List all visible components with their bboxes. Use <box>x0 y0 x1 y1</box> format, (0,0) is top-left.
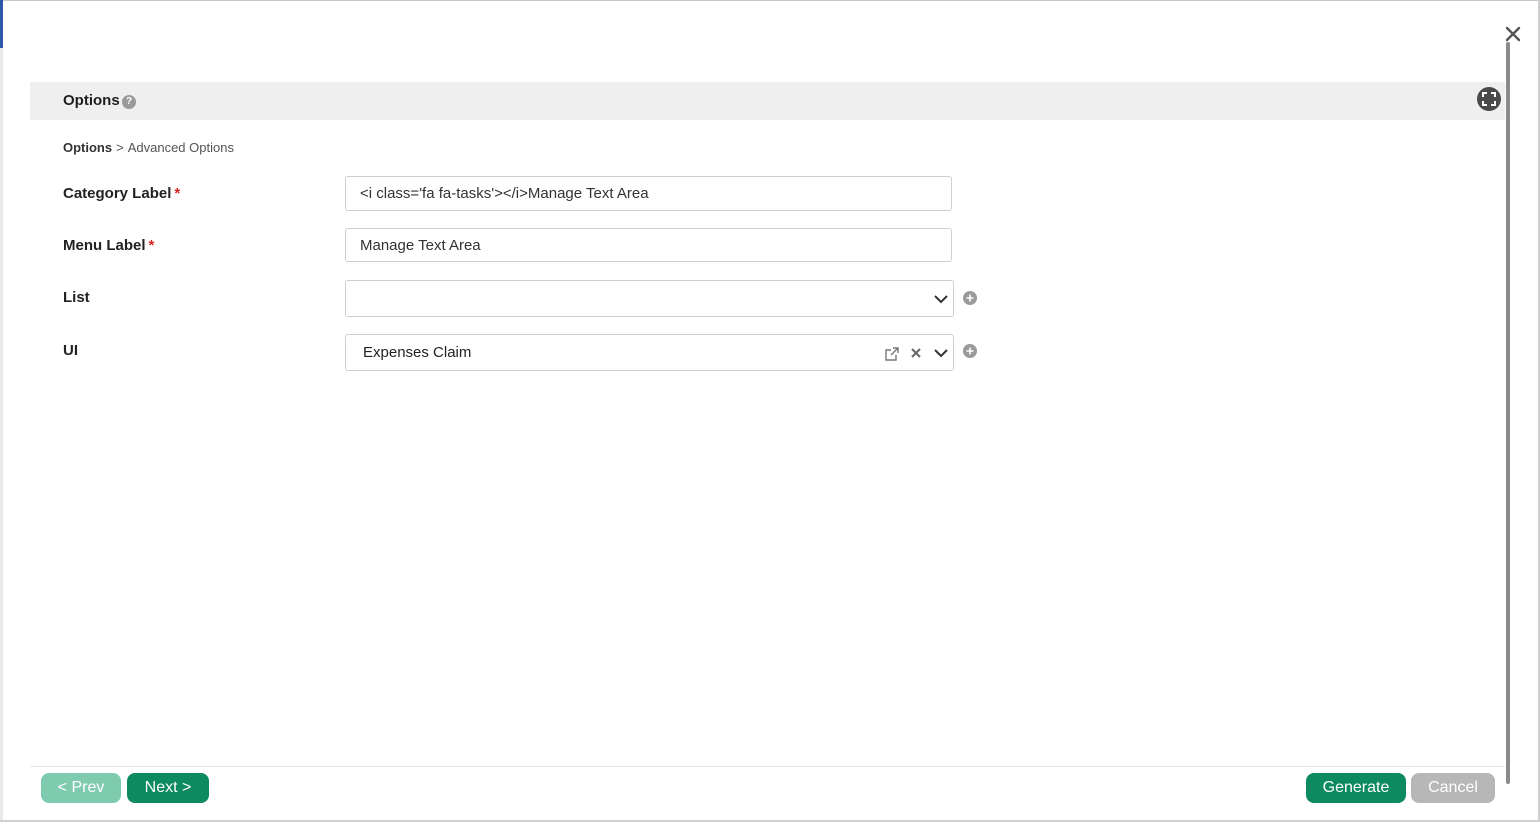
clear-icon[interactable] <box>909 346 923 360</box>
chevron-down-icon[interactable] <box>933 291 949 307</box>
window-top-edge <box>3 0 1540 1</box>
ui-label-text: UI <box>63 342 78 359</box>
plus-icon <box>966 347 974 355</box>
category-label-text: Category Label <box>63 185 172 202</box>
expand-icon <box>1482 92 1496 106</box>
chevron-down-icon[interactable] <box>933 345 949 361</box>
category-label-label: Category Label * <box>63 185 180 202</box>
add-ui-button[interactable] <box>963 344 977 358</box>
options-header: Options ? <box>30 82 1505 120</box>
add-list-button[interactable] <box>963 291 977 305</box>
ui-label: UI <box>63 342 78 359</box>
plus-icon <box>966 294 974 302</box>
required-marker: * <box>148 237 155 254</box>
category-label-input[interactable] <box>345 176 952 211</box>
menu-label-label: Menu Label * <box>63 237 154 254</box>
breadcrumb-current: Advanced Options <box>127 140 234 155</box>
fullscreen-button[interactable] <box>1477 87 1501 111</box>
prev-button[interactable]: < Prev <box>41 773 121 803</box>
menu-label-input[interactable] <box>345 228 952 262</box>
window-left-edge <box>0 0 3 822</box>
external-link-icon[interactable] <box>884 346 900 362</box>
list-label-text: List <box>63 289 90 306</box>
menu-label-text: Menu Label <box>63 237 146 254</box>
footer-divider <box>30 766 1505 767</box>
list-label: List <box>63 289 90 306</box>
window-left-accent <box>0 0 3 48</box>
next-button[interactable]: Next > <box>127 773 209 803</box>
cancel-button[interactable]: Cancel <box>1411 773 1495 803</box>
breadcrumb-root[interactable]: Options <box>63 140 112 155</box>
scrollbar-thumb[interactable] <box>1506 42 1510 784</box>
header-title: Options <box>63 92 120 109</box>
ui-select-value: Expenses Claim <box>363 344 472 361</box>
ui-select[interactable]: Expenses Claim <box>345 334 954 371</box>
required-marker: * <box>174 185 181 202</box>
breadcrumb-separator: > <box>116 140 124 155</box>
help-icon[interactable]: ? <box>122 95 136 109</box>
breadcrumb: Options > Advanced Options <box>63 140 234 155</box>
list-select[interactable] <box>345 280 954 317</box>
generate-button[interactable]: Generate <box>1306 773 1406 803</box>
